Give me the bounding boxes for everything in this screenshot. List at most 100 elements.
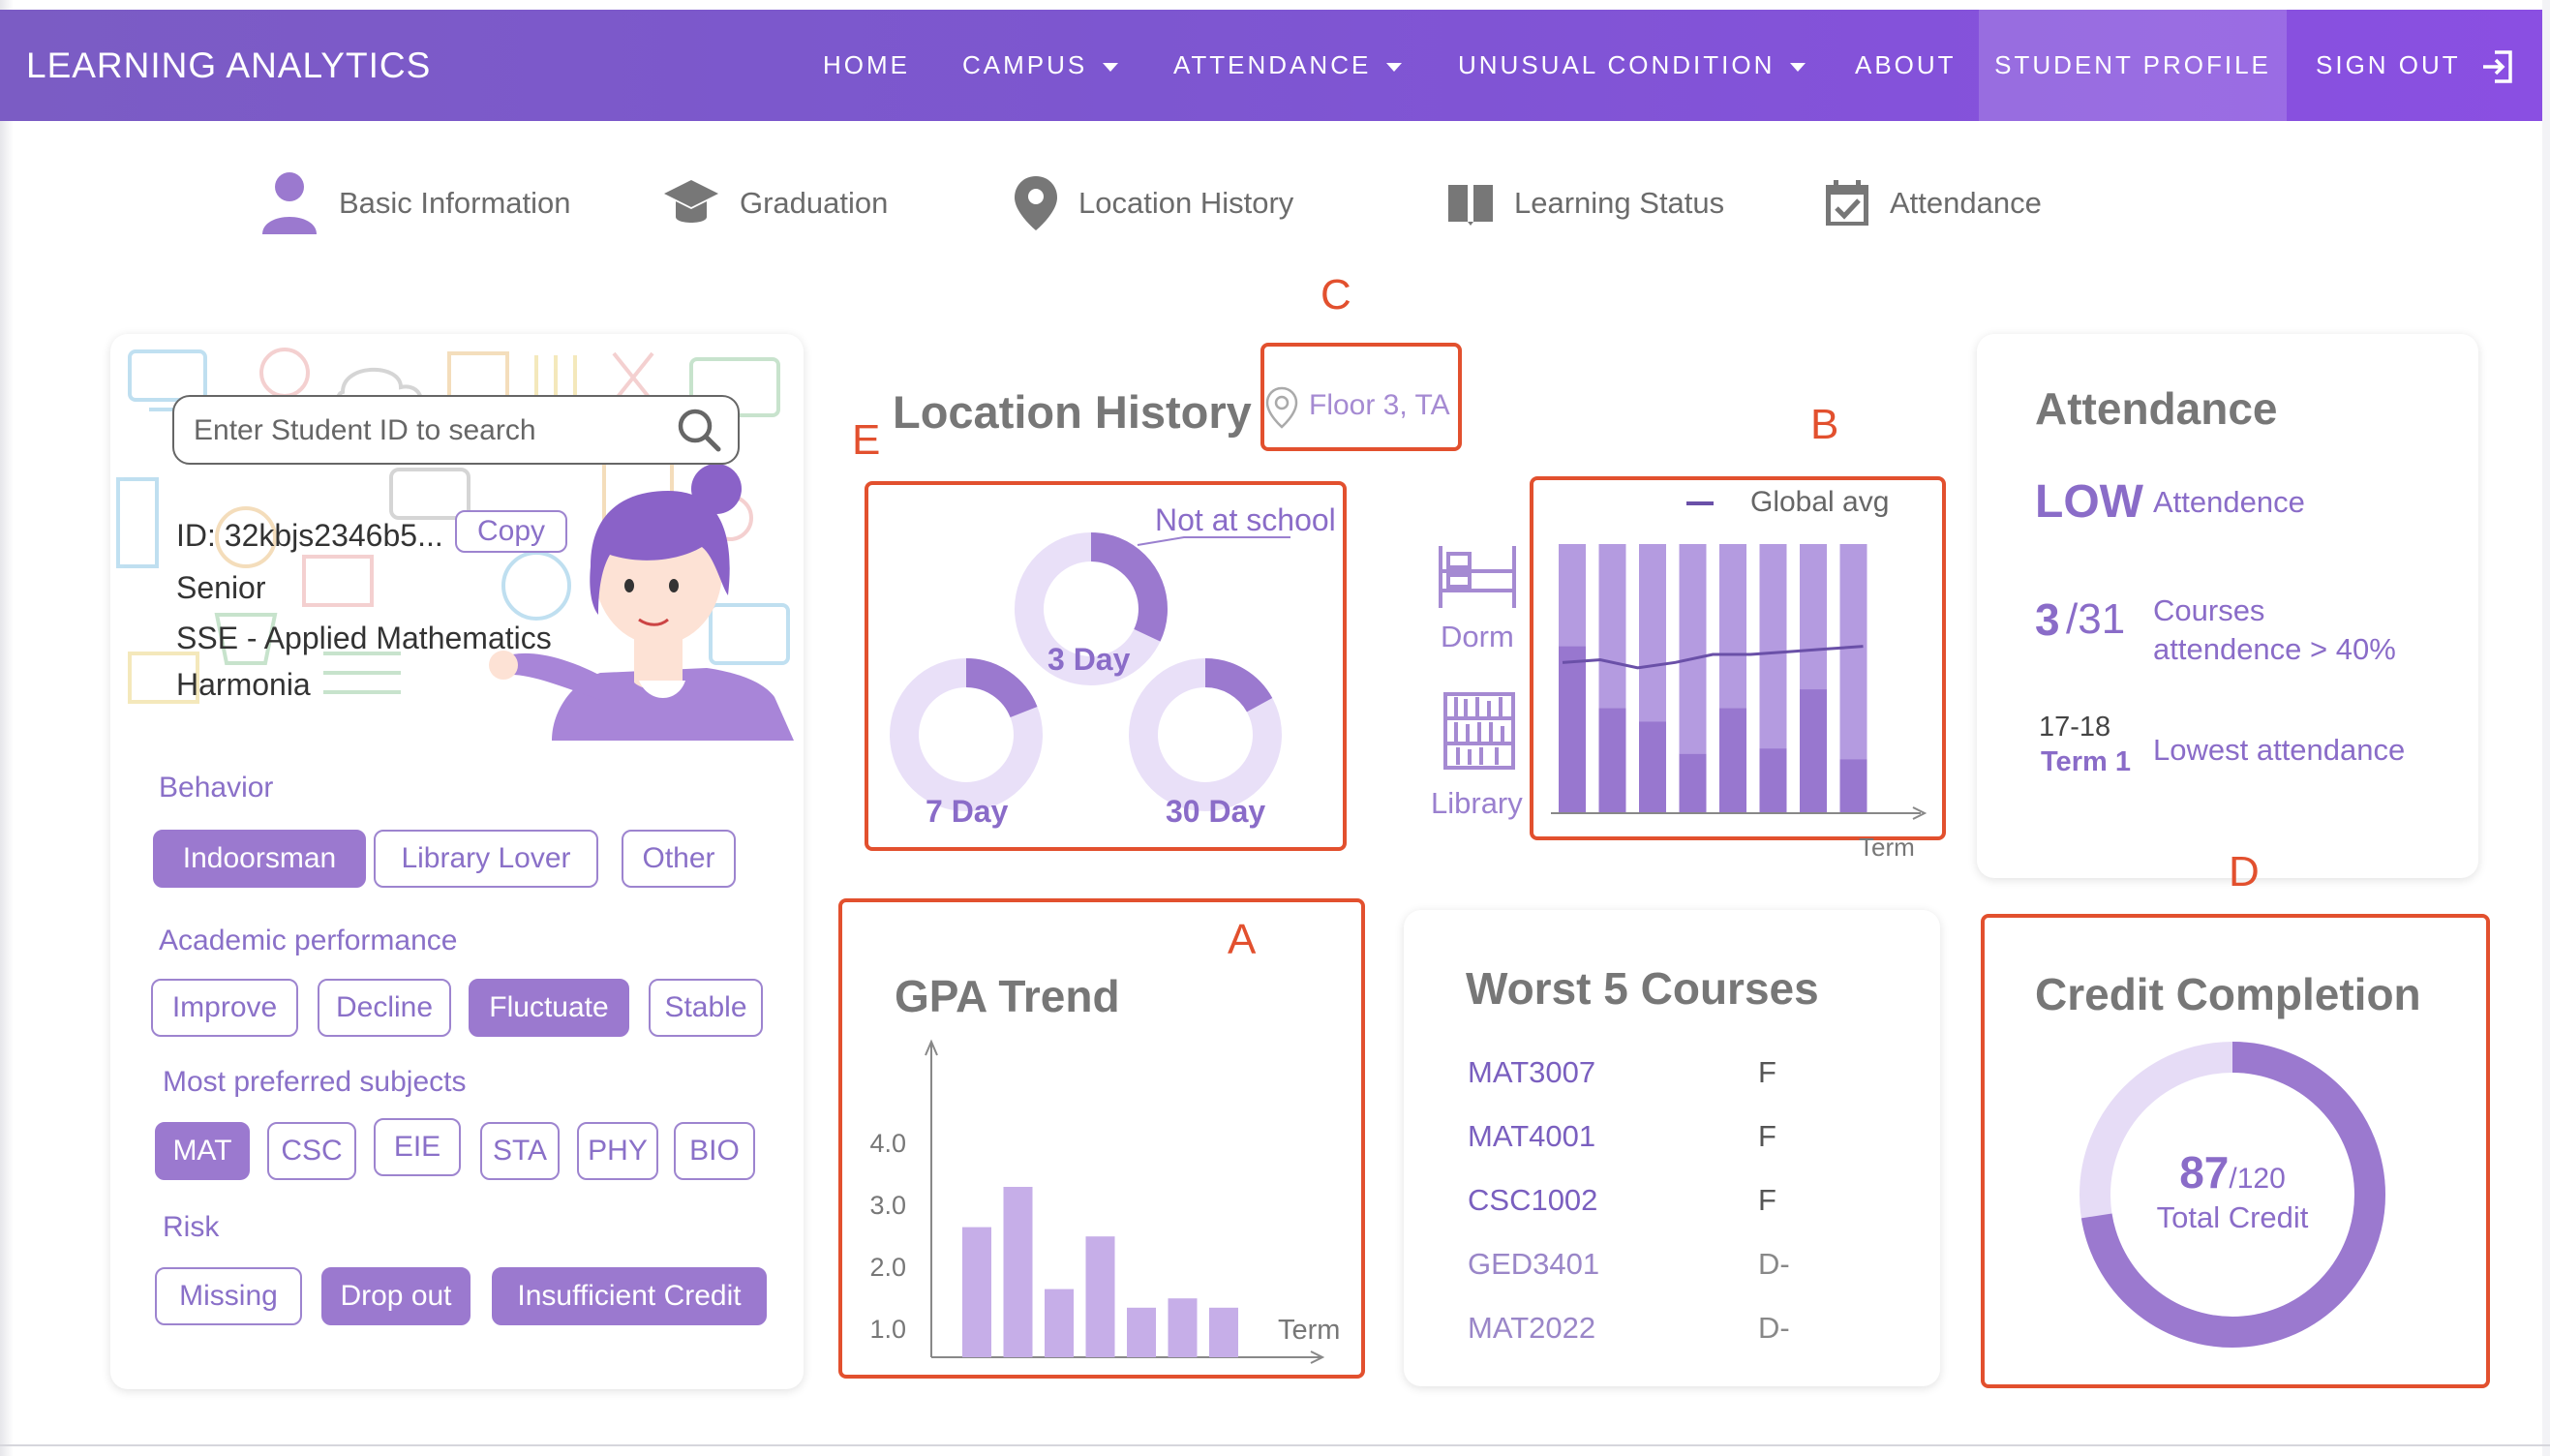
annotation-label-c: C (1321, 271, 1351, 318)
legend-global-avg: Global avg (1750, 486, 1890, 518)
tab-location-history-label: Location History (1078, 186, 1294, 220)
page-bottom-rule (0, 1444, 2550, 1446)
tag-missing[interactable]: Missing (155, 1267, 302, 1325)
gpa-bar-3 (1085, 1236, 1115, 1357)
course-grade-3: F (1758, 1183, 1776, 1217)
map-pin-icon (1015, 176, 1057, 230)
student-search-box (172, 395, 740, 465)
tag-improve[interactable]: Improve (151, 979, 298, 1037)
nav-about[interactable]: ABOUT (1855, 10, 1957, 121)
chevron-down-icon (1386, 62, 1403, 72)
nav-home[interactable]: HOME (823, 10, 910, 121)
credit-earned: 87 (2179, 1147, 2230, 1198)
nav-attendance[interactable]: ATTENDANCE (1173, 10, 1403, 121)
annotation-label-d: D (2229, 848, 2260, 895)
tag-library-lover[interactable]: Library Lover (374, 830, 598, 888)
attendance-count-desc-2: attendence > 40% (2153, 632, 2396, 666)
student-avatar-illustration (489, 464, 794, 741)
course-grade-5: D- (1758, 1311, 1790, 1345)
lowest-attendance-year: 17-18 (2039, 712, 2111, 743)
tag-csc[interactable]: CSC (267, 1122, 356, 1180)
chevron-down-icon (1790, 62, 1806, 72)
credit-total: /120 (2229, 1163, 2286, 1195)
attendance-course-count: 3 (2035, 594, 2060, 645)
tag-drop-out[interactable]: Drop out (321, 1267, 471, 1325)
not-at-school-label: Not at school (1155, 502, 1336, 537)
student-major: SSE - Applied Mathematics (176, 621, 552, 655)
stack-bar-library-0 (1559, 646, 1586, 813)
tab-basic-information[interactable]: Basic Information (259, 165, 571, 242)
right-edge (2542, 0, 2550, 1456)
gpa-bar-chart: 1.0 2.0 3.0 4.0 (869, 1039, 1325, 1364)
tag-mat[interactable]: MAT (155, 1122, 250, 1180)
gpa-y-tick-label: 4.0 (869, 1129, 906, 1158)
gpa-bar-1 (1003, 1187, 1033, 1357)
stack-bar-library-4 (1719, 708, 1746, 813)
location-stacked-bar-chart (1551, 501, 1928, 820)
donut-label-7-day: 7 Day (926, 794, 1009, 829)
preferred-subjects-label: Most preferred subjects (163, 1066, 467, 1098)
lowest-attendance-desc: Lowest attendance (2153, 733, 2406, 767)
risk-label: Risk (163, 1211, 220, 1243)
student-college: Harmonia (176, 667, 311, 702)
tag-eie[interactable]: EIE (374, 1118, 461, 1176)
course-code-3[interactable]: CSC1002 (1468, 1183, 1597, 1218)
gpa-y-tick-label: 2.0 (869, 1253, 906, 1282)
tab-graduation-label: Graduation (740, 186, 889, 220)
location-history-title: Location History (893, 386, 1252, 438)
attendance-level: LOW (2035, 476, 2143, 528)
nav-unusual-condition[interactable]: UNUSUAL CONDITION (1458, 10, 1806, 121)
search-icon[interactable] (676, 407, 722, 453)
nav-campus[interactable]: CAMPUS (962, 10, 1119, 121)
tag-sta[interactable]: STA (480, 1122, 560, 1180)
left-edge-shadow (0, 0, 14, 1456)
tag-stable[interactable]: Stable (649, 979, 763, 1037)
tab-learning-status[interactable]: Learning Status (1446, 165, 1724, 242)
student-id: ID: 32kbjs2346b5... (176, 518, 443, 553)
tag-fluctuate[interactable]: Fluctuate (469, 979, 629, 1037)
tab-location-history[interactable]: Location History (1013, 165, 1293, 242)
tag-decline[interactable]: Decline (318, 979, 451, 1037)
attendance-card: Attendance LOW Attendence 3 /31 Courses … (1977, 334, 2478, 878)
graduation-cap-icon (664, 180, 718, 223)
nav-sign-out[interactable]: SIGN OUT (2316, 10, 2516, 121)
gpa-bar-5 (1168, 1298, 1198, 1357)
nav-about-label: ABOUT (1855, 50, 1957, 79)
tag-insufficient-credit[interactable]: Insufficient Credit (492, 1267, 767, 1325)
tab-graduation[interactable]: Graduation (662, 165, 888, 242)
brand-title[interactable]: LEARNING ANALYTICS (26, 10, 431, 121)
course-code-1[interactable]: MAT3007 (1468, 1055, 1595, 1090)
student-search-input[interactable] (194, 409, 658, 453)
donut-label-30-day: 30 Day (1166, 794, 1266, 829)
gpa-bar-2 (1045, 1289, 1074, 1357)
dorm-bed-icon (1439, 546, 1516, 608)
stack-bar-library-1 (1598, 708, 1626, 813)
course-code-4[interactable]: GED3401 (1468, 1247, 1599, 1282)
nav-student-profile[interactable]: STUDENT PROFILE (1979, 10, 2287, 121)
nav-sign-out-label: SIGN OUT (2316, 50, 2461, 79)
tag-indoorsman[interactable]: Indoorsman (153, 830, 366, 888)
course-code-5[interactable]: MAT2022 (1468, 1311, 1595, 1346)
tag-bio[interactable]: BIO (674, 1122, 755, 1180)
tag-other[interactable]: Other (622, 830, 736, 888)
stack-bar-library-7 (1839, 759, 1867, 813)
student-year: Senior (176, 570, 266, 605)
library-bookshelf-icon (1443, 692, 1515, 770)
nav-campus-label: CAMPUS (962, 50, 1088, 79)
gpa-y-tick-label: 1.0 (869, 1315, 906, 1344)
worst-courses-title: Worst 5 Courses (1466, 963, 1819, 1014)
top-navbar: LEARNING ANALYTICS HOME CAMPUS ATTENDANC… (0, 10, 2542, 121)
copy-id-button[interactable]: Copy (455, 510, 567, 553)
annotation-label-b: B (1810, 401, 1839, 448)
stack-bar-library-6 (1800, 689, 1827, 813)
profile-card: ID: 32kbjs2346b5... Copy Senior SSE - Ap… (110, 334, 804, 1389)
attendance-course-total: /31 (2066, 595, 2126, 643)
book-icon (1448, 185, 1493, 226)
tab-attendance[interactable]: Attendance (1824, 165, 2042, 242)
tag-phy[interactable]: PHY (577, 1122, 658, 1180)
course-code-2[interactable]: MAT4001 (1468, 1119, 1595, 1154)
current-location: Floor 3, TA (1309, 389, 1450, 421)
location-pin-outline-icon (1265, 386, 1298, 429)
nav-home-label: HOME (823, 50, 910, 79)
gpa-x-axis-label: Term (1278, 1315, 1341, 1346)
